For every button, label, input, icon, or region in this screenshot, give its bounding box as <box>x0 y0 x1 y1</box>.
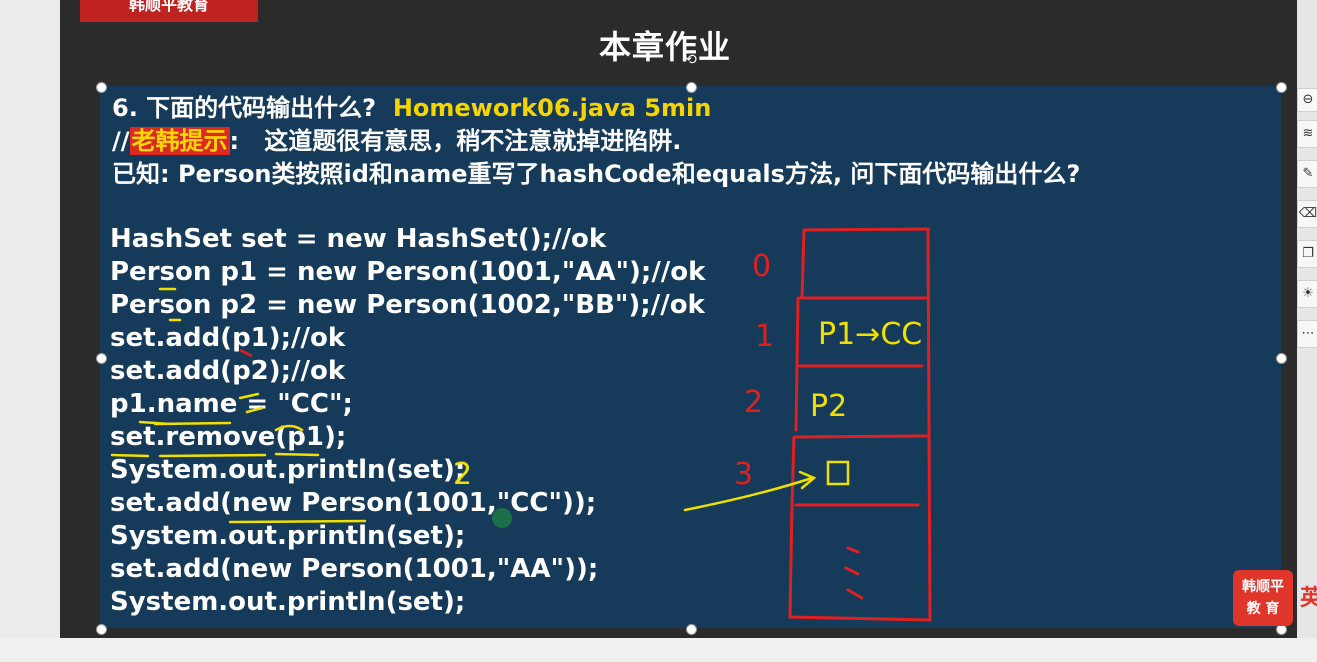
left-gutter <box>0 0 60 662</box>
code-line: System.out.println(set); <box>110 455 466 485</box>
pen-icon[interactable]: ✎ <box>1297 160 1317 188</box>
code-block: HashSet set = new HashSet();//ok Person p… <box>110 223 705 619</box>
minus-icon[interactable]: ⊖ <box>1297 88 1317 112</box>
copy-icon[interactable]: ❐ <box>1297 240 1317 268</box>
question-file: Homework06.java 5min <box>392 94 712 122</box>
hint-slashes: // <box>112 127 130 155</box>
code-line: Person p2 = new Person(1002,"BB");//ok <box>110 290 705 320</box>
brand-logo-band: 韩顺平教育 <box>80 0 258 22</box>
code-line: HashSet set = new HashSet();//ok <box>110 224 607 254</box>
hint-colon: : <box>229 127 248 155</box>
brand-logo-text: 韩顺平教育 <box>128 0 209 14</box>
code-line: set.add(new Person(1001,"AA")); <box>110 554 599 584</box>
annotation-toolbar: ⊖ ≋ ✎ ⌫ ❐ ☀ ⋯ <box>1297 86 1317 356</box>
eraser-icon[interactable]: ⌫ <box>1297 200 1317 228</box>
question-line: 6. 下面的代码输出什么? Homework06.java 5min <box>112 92 1080 125</box>
resize-handle[interactable] <box>96 82 107 93</box>
question-text: 6. 下面的代码输出什么? Homework06.java 5min//老韩提示… <box>112 92 1080 191</box>
code-line: System.out.println(set); <box>110 521 466 551</box>
question-prefix: 6. 下面的代码输出什么? <box>112 94 377 122</box>
known-line: 已知: Person类按照id和name重写了hashCode和equals方法… <box>112 160 1081 188</box>
layers-icon[interactable]: ≋ <box>1297 120 1317 148</box>
brand-side-char: 英 <box>1300 586 1317 611</box>
code-line: set.remove(p1); <box>110 422 347 452</box>
resize-handle[interactable] <box>96 353 107 364</box>
brand-badge-line2: 教 育 <box>1246 601 1280 617</box>
slide-title: 本章作业 <box>598 28 731 66</box>
brand-badge: 韩顺平 教 育 <box>1233 570 1293 626</box>
code-line: p1.name = "CC"; <box>110 389 353 419</box>
brand-badge-line1: 韩顺平 <box>1242 579 1284 595</box>
bottom-bar <box>0 638 1317 662</box>
more-icon[interactable]: ⋯ <box>1297 320 1317 348</box>
code-line: System.out.println(set); <box>110 587 466 617</box>
hint-label: 老韩提示 <box>129 127 230 155</box>
hint-line: //老韩提示: 这道题很有意思，稍不注意就掉进陷阱. <box>112 125 1080 158</box>
resize-handle[interactable] <box>1276 353 1287 364</box>
lightbulb-icon[interactable]: ☀ <box>1297 280 1317 308</box>
rotate-handle-icon[interactable]: ⟲ <box>684 53 698 67</box>
code-line: Person p1 = new Person(1001,"AA");//ok <box>110 257 706 287</box>
hint-text: 这道题很有意思，稍不注意就掉进陷阱. <box>264 127 682 155</box>
resize-handle[interactable] <box>686 624 697 635</box>
resize-handle[interactable] <box>1276 82 1287 93</box>
resize-handle[interactable] <box>96 624 107 635</box>
code-line: set.add(p2);//ok <box>110 356 346 386</box>
code-line: set.add(new Person(1001,"CC")); <box>110 488 597 518</box>
code-line: set.add(p1);//ok <box>110 323 346 353</box>
